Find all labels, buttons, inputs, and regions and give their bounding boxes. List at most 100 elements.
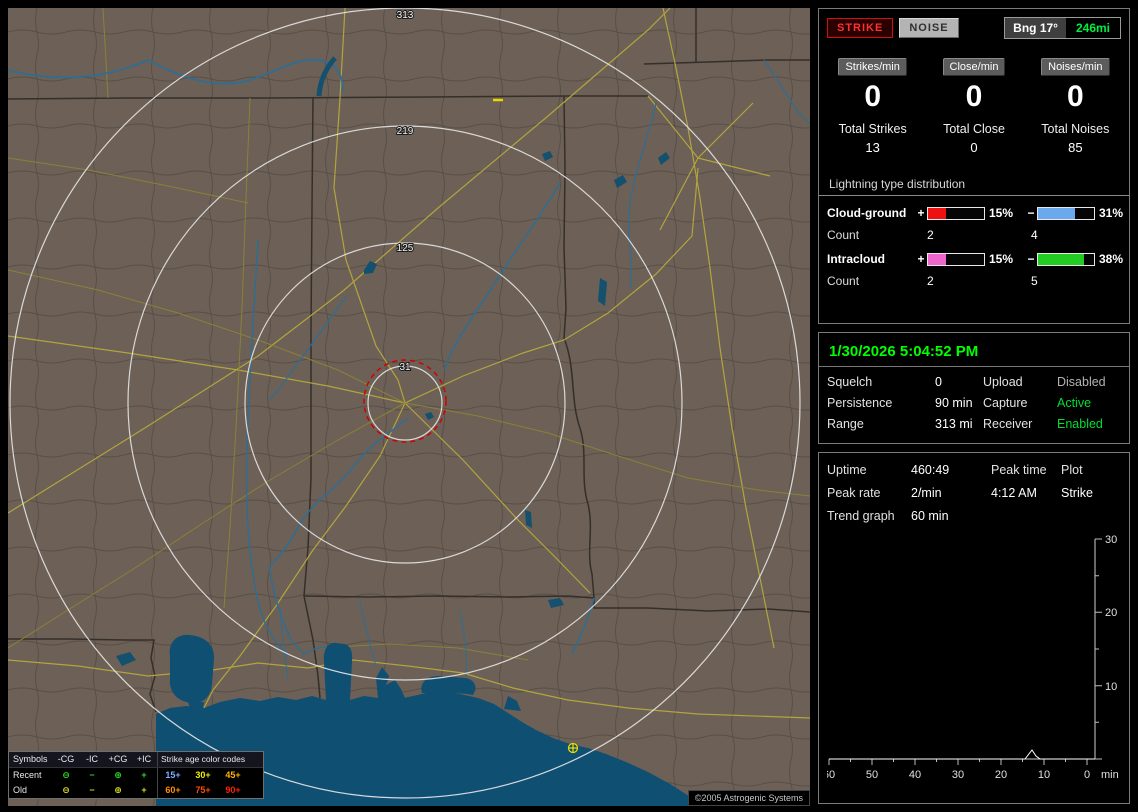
counters-section: STRIKE NOISE Bng 17° 246mi Strikes/min C…	[818, 8, 1130, 324]
x-label-40: 40	[909, 769, 921, 781]
cg-pos-symbol: ⊕	[114, 770, 122, 780]
x-ticks	[828, 759, 1088, 765]
cg-plus-pct: 15%	[989, 206, 1014, 220]
capture-value: Active	[1057, 396, 1092, 410]
ic-plus-pct: 15%	[989, 252, 1014, 266]
trend-graph: 30 20 10 60 50 40 30 20 10 0 min	[823, 533, 1121, 796]
status-section: 1/30/2026 5:04:52 PM Squelch 0 Upload Di…	[818, 332, 1130, 444]
total-strikes-label: Total Strikes	[838, 122, 907, 136]
age-15: 15+	[165, 770, 181, 780]
copyright-notice: ©2005 Astrogenic Systems	[687, 790, 810, 806]
cloud-ground-count-row: Count 2 4	[827, 228, 1121, 244]
ic-minus-bar	[1037, 252, 1095, 266]
persistence-label: Persistence	[827, 396, 893, 410]
plot-value: Strike	[1061, 486, 1093, 500]
ic-neg-symbol: −	[89, 770, 95, 780]
noises-per-min-button[interactable]: Noises/min	[1041, 58, 1110, 76]
squelch-value: 0	[935, 375, 942, 389]
cg-plus-bar	[927, 206, 985, 220]
legend-symbols-label: Symbols	[13, 754, 48, 764]
total-close-value: 0	[970, 140, 978, 155]
x-label-0: 0	[1084, 769, 1090, 781]
cg-plus-count: 2	[927, 228, 934, 242]
peak-rate-value: 2/min	[911, 486, 942, 500]
ring-label-313: 313	[397, 10, 414, 21]
bearing-value: Bng 17°	[1005, 18, 1066, 38]
x-unit-label: min	[1101, 769, 1119, 781]
bearing-readout: Bng 17° 246mi	[1004, 17, 1121, 39]
strikes-per-min-button[interactable]: Strikes/min	[838, 58, 907, 76]
legend-old-row: Old ⊖ − ⊕ + 60+ 75+ 90+	[9, 783, 263, 798]
total-noises-label: Total Noises	[1041, 122, 1110, 136]
upload-label: Upload	[983, 375, 1023, 389]
cg-minus-bar	[1037, 206, 1095, 220]
peak-time-label: Peak time	[991, 463, 1047, 477]
cg-minus-pct: 31%	[1099, 206, 1124, 220]
uptime-label: Uptime	[827, 463, 867, 477]
x-label-50: 50	[866, 769, 878, 781]
map-legend: Symbols -CG -IC +CG +IC Strike age color…	[8, 751, 264, 799]
distribution-title: Lightning type distribution	[829, 177, 966, 191]
intracloud-count-row: Count 2 5	[827, 274, 1121, 290]
age-60: 60+	[165, 785, 181, 795]
age-45: 45+	[225, 770, 241, 780]
y-label-30: 30	[1105, 534, 1117, 546]
cloud-ground-row: Cloud-ground + 15% − 31%	[827, 204, 1123, 222]
receiver-value: Enabled	[1057, 417, 1103, 431]
ic-pos-symbol: +	[141, 770, 147, 780]
intracloud-row: Intracloud + 15% − 38%	[827, 250, 1123, 268]
map-canvas[interactable]: 313 219 125 31	[8, 8, 810, 806]
cg-pos-symbol: ⊕	[114, 785, 122, 795]
total-noises-value: 85	[1068, 140, 1083, 155]
distance-value: 246mi	[1065, 18, 1120, 38]
noise-indicator-button[interactable]: NOISE	[899, 18, 959, 38]
ic-minus-pct: 38%	[1099, 252, 1124, 266]
trend-axes	[829, 539, 1096, 760]
range-value: 313 mi	[935, 417, 973, 431]
y-label-20: 20	[1105, 607, 1117, 619]
close-per-min-button[interactable]: Close/min	[942, 58, 1006, 76]
trend-graph-label: Trend graph	[827, 509, 895, 523]
upload-value: Disabled	[1057, 375, 1106, 389]
ic-pos-symbol: +	[141, 785, 147, 795]
legend-old-label: Old	[13, 785, 28, 795]
cg-neg-symbol: ⊖	[62, 785, 70, 795]
total-close-label: Total Close	[943, 122, 1005, 136]
ring-label-125: 125	[397, 243, 414, 254]
cg-plus-bar-fill	[928, 207, 946, 219]
peak-rate-label: Peak rate	[827, 486, 881, 500]
legend-recent-row: Recent ⊖ − ⊕ + 15+ 30+ 45+	[9, 768, 263, 783]
legend-age-title: Strike age color codes	[161, 754, 246, 764]
legend-recent-label: Recent	[13, 770, 42, 780]
legend-recent-symbols: ⊖ − ⊕ +	[53, 768, 157, 783]
ic-plus-count: 2	[927, 274, 934, 288]
y-label-10: 10	[1105, 681, 1117, 693]
uptime-value: 460:49	[911, 463, 950, 477]
trend-line	[829, 749, 1095, 760]
app-window: 313 219 125 31 Symbols -CG -IC +CG +IC S…	[0, 0, 1138, 812]
y-ticks	[1095, 538, 1102, 760]
x-label-60: 60	[827, 769, 835, 781]
strikes-per-min-value: 0	[864, 80, 881, 113]
divider	[819, 366, 1129, 367]
cg-minus-bar-fill	[1038, 207, 1076, 219]
count-label: Count	[827, 228, 860, 242]
x-label-10: 10	[1038, 769, 1050, 781]
age-30: 30+	[195, 770, 211, 780]
trend-graph-canvas: 30 20 10 60 50 40 30 20 10 0 min	[823, 534, 1119, 781]
count-label: Count	[827, 274, 860, 288]
ic-neg-symbol: −	[89, 785, 95, 795]
cloud-ground-label: Cloud-ground	[827, 206, 907, 220]
legend-col-ic-pos: +IC	[136, 754, 152, 764]
capture-label: Capture	[983, 396, 1028, 410]
peak-time-value: 4:12 AM	[991, 486, 1037, 500]
side-panel: STRIKE NOISE Bng 17° 246mi Strikes/min C…	[818, 8, 1130, 804]
cg-minus-count: 4	[1031, 228, 1038, 242]
legend-col-cg-pos: +CG	[108, 754, 128, 764]
age-75: 75+	[195, 785, 211, 795]
strike-marker-cg-old	[567, 742, 579, 754]
ic-minus-bar-fill	[1038, 253, 1084, 265]
strike-indicator-button[interactable]: STRIKE	[827, 18, 894, 38]
legend-header-row: Symbols -CG -IC +CG +IC Strike age color…	[9, 752, 263, 768]
divider	[819, 195, 1129, 196]
